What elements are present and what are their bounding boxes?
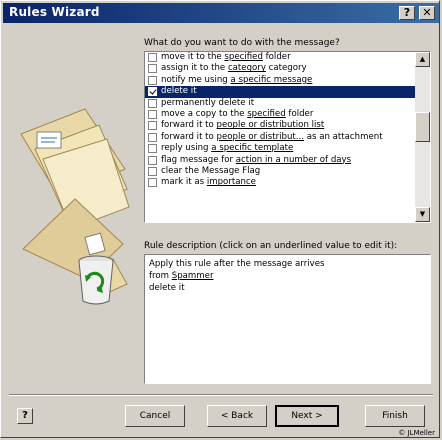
rules-wizard-window: Rules Wizard ? ✕ What do you want to do … — [0, 0, 440, 438]
action-link: category — [227, 63, 266, 74]
description-text: from — [149, 271, 172, 281]
action-text: permanently delete it — [161, 97, 255, 108]
action-checkbox[interactable] — [148, 121, 157, 131]
title-close-button[interactable]: ✕ — [419, 6, 435, 20]
scroll-up-button[interactable]: ▲ — [415, 52, 430, 67]
action-row[interactable]: notify me using a specific message — [145, 75, 415, 86]
action-link: a specific message — [230, 74, 313, 85]
action-text-suffix: folder — [262, 52, 291, 62]
description-label-text: Rule description (click on an underlined… — [144, 241, 398, 251]
action-checkbox[interactable] — [148, 64, 157, 74]
action-row[interactable]: assign it to the category category — [145, 63, 415, 74]
action-text: notify me using — [161, 74, 231, 85]
action-checkbox[interactable] — [148, 75, 157, 85]
description-label: Rule description (click on an underlined… — [144, 241, 397, 251]
action-row[interactable]: move a copy to the specified folder — [145, 109, 415, 120]
action-row[interactable]: permanently delete it — [145, 98, 415, 109]
title-help-button[interactable]: ? — [399, 6, 415, 20]
action-text: mark it as — [161, 177, 207, 188]
action-text: flag message for — [161, 154, 236, 165]
action-checkbox[interactable] — [148, 166, 157, 176]
action-text-suffix: as an attachment — [304, 131, 383, 142]
credit-text: © JLMeller — [398, 429, 435, 437]
rule-description-box: Apply this rule after the message arrive… — [144, 254, 431, 384]
description-line: from Spammer — [149, 270, 426, 282]
action-checkbox[interactable] — [148, 144, 157, 154]
action-checkbox[interactable] — [148, 87, 157, 97]
action-link: a specific template — [211, 143, 294, 154]
action-checkbox[interactable] — [148, 109, 157, 119]
actions-list: move it to the specified folder assign it… — [145, 52, 415, 222]
action-text: move it to the — [161, 52, 225, 62]
action-link: people or distribut... — [216, 131, 304, 142]
action-row[interactable]: flag message for action in a number of d… — [145, 155, 415, 166]
action-link: importance — [206, 177, 256, 188]
action-link: action in a number of days — [235, 154, 352, 165]
finish-button[interactable]: Finish — [365, 405, 425, 427]
action-row[interactable]: reply using a specific template — [145, 143, 415, 154]
button-separator — [9, 394, 433, 396]
description-text: Apply this rule after the message arrive… — [149, 259, 325, 269]
action-link: specified — [224, 52, 263, 62]
action-checkbox[interactable] — [148, 98, 157, 108]
actions-listbox[interactable]: move it to the specified folder assign it… — [144, 51, 431, 223]
description-link[interactable]: Spammer — [172, 271, 214, 281]
action-text: reply using — [161, 143, 212, 154]
next-button[interactable]: Next > — [275, 405, 339, 427]
back-button[interactable]: < Back — [207, 405, 267, 427]
cancel-button[interactable]: Cancel — [125, 405, 185, 427]
action-link: specified — [247, 108, 286, 119]
window-title: Rules Wizard — [9, 5, 100, 19]
title-bar: Rules Wizard ? ✕ — [3, 3, 439, 23]
description-text: delete it — [149, 283, 185, 293]
action-text-suffix: folder — [285, 108, 314, 119]
action-row[interactable]: clear the Message Flag — [145, 166, 415, 177]
scroll-thumb[interactable] — [415, 112, 430, 142]
action-row[interactable]: forward it to people or distribut... as … — [145, 132, 415, 143]
action-row[interactable]: delete it — [145, 86, 415, 98]
description-line: Apply this rule after the message arrive… — [149, 258, 426, 270]
action-text: assign it to the — [161, 63, 228, 74]
action-text: move a copy to the — [161, 108, 248, 119]
action-row[interactable]: move it to the specified folder — [145, 52, 415, 63]
wizard-illustration — [15, 39, 131, 419]
action-text: clear the Message Flag — [161, 165, 261, 176]
action-text-suffix: category — [265, 63, 307, 74]
action-text: forward it to — [161, 131, 217, 142]
description-line: delete it — [149, 282, 426, 294]
action-checkbox[interactable] — [148, 155, 157, 165]
question-text: What do you want to do with the message? — [144, 38, 340, 48]
question-label: What do you want to do with the message? — [144, 38, 340, 48]
action-checkbox[interactable] — [148, 53, 157, 62]
action-text: forward it to — [161, 120, 217, 131]
scroll-down-button[interactable]: ▼ — [415, 207, 430, 222]
actions-scrollbar[interactable]: ▲ ▼ — [415, 52, 430, 222]
action-row[interactable]: mark it as importance — [145, 177, 415, 188]
action-link: people or distribution list — [216, 120, 325, 131]
action-checkbox[interactable] — [148, 178, 157, 188]
action-checkbox[interactable] — [148, 132, 157, 142]
action-row[interactable]: forward it to people or distribution lis… — [145, 120, 415, 131]
action-text: delete it — [161, 86, 197, 97]
help-button[interactable]: ? — [17, 408, 33, 424]
